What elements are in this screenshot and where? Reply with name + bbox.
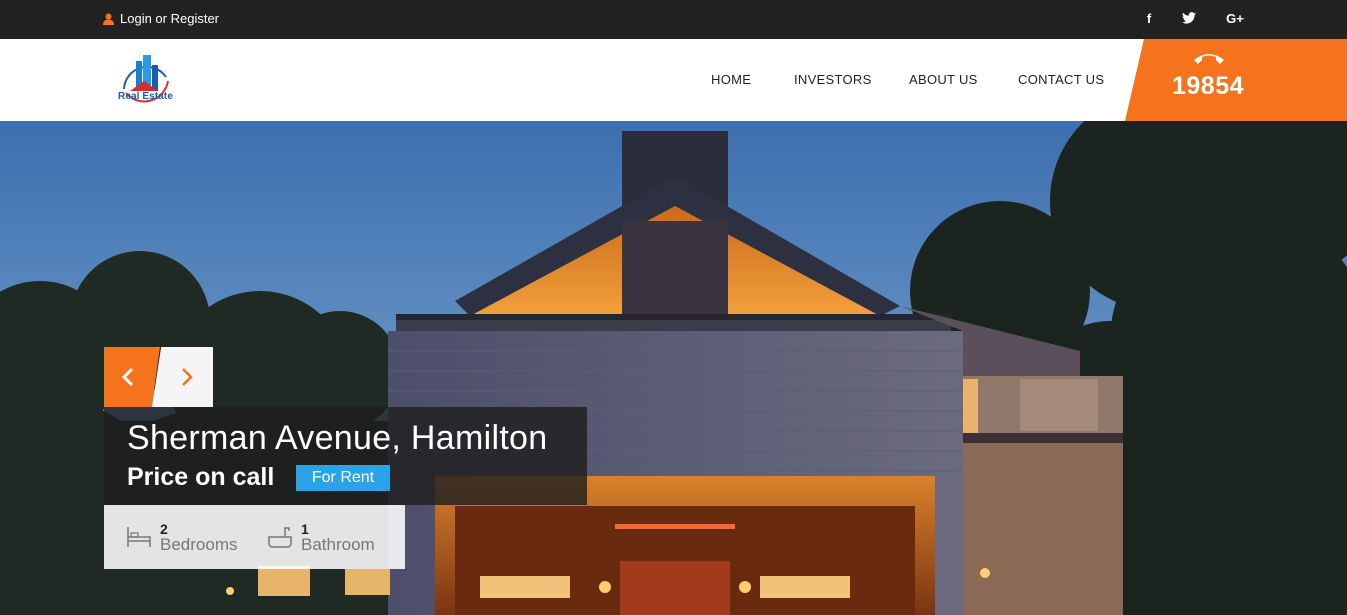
google-plus-icon[interactable]: G+ <box>1224 8 1246 28</box>
login-label: Login or Register <box>120 11 219 26</box>
user-icon <box>103 13 114 25</box>
property-price: Price on call <box>127 463 275 491</box>
bedrooms-label: Bedrooms <box>160 535 238 554</box>
status-badge[interactable]: For Rent <box>296 465 390 491</box>
nav-about-us[interactable]: ABOUT US <box>909 72 978 87</box>
property-title[interactable]: Sherman Avenue, Hamilton <box>127 419 547 458</box>
nav-investors[interactable]: INVESTORS <box>794 72 872 87</box>
slide-caption: Sherman Avenue, Hamilton Price on call F… <box>104 407 587 505</box>
bathrooms-label: Bathroom <box>301 535 375 554</box>
slider-prev-button[interactable] <box>104 347 160 407</box>
chevron-right-icon <box>181 368 193 386</box>
phone-number: 19854 <box>1172 72 1245 100</box>
logo-icon[interactable] <box>116 51 178 113</box>
facebook-icon[interactable]: f <box>1139 8 1159 28</box>
nav-home[interactable]: HOME <box>711 72 751 87</box>
login-register-link[interactable]: Login or Register <box>103 11 219 26</box>
bathtub-icon <box>268 527 292 548</box>
property-features: 2 Bedrooms 1 Bathroom <box>104 505 405 569</box>
slider-next-button[interactable] <box>152 347 213 407</box>
twitter-icon[interactable] <box>1179 8 1199 28</box>
phone-icon <box>1194 54 1224 64</box>
bed-icon <box>127 527 151 547</box>
chevron-left-icon <box>121 367 134 387</box>
logo-text: Real Estate <box>118 91 174 102</box>
nav-contact-us[interactable]: CONTACT US <box>1018 72 1104 87</box>
